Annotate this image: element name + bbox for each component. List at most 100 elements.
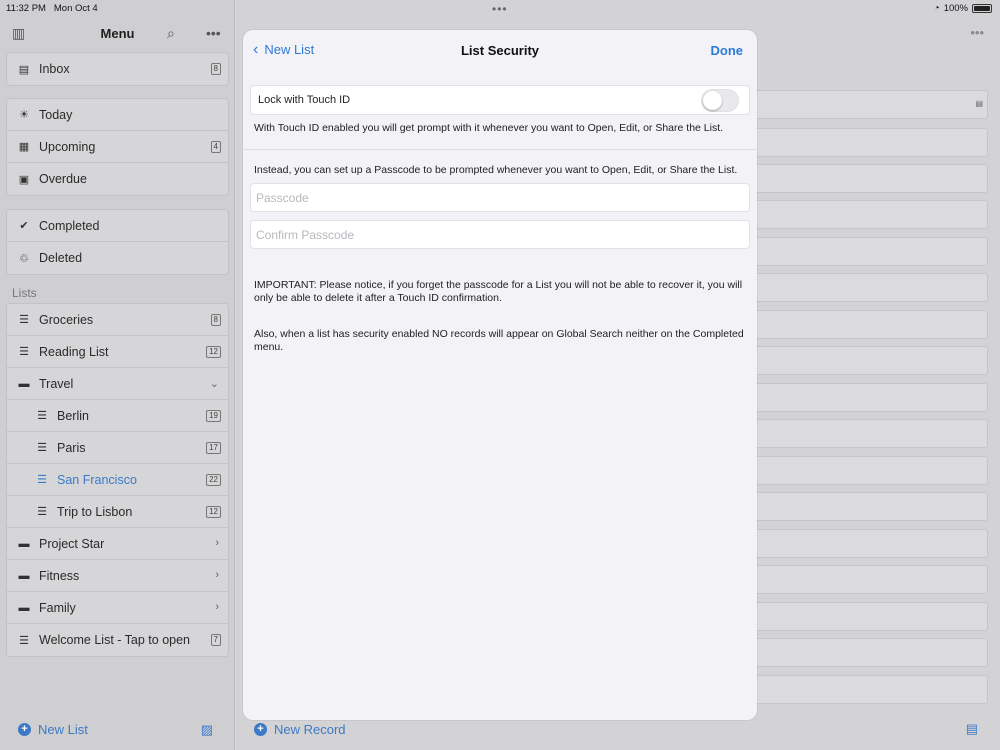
sidebar-group-dates: ☀ Today ▦ Upcoming 4 ▣ Overdue <box>6 98 229 196</box>
sidebar-item-trip-to-lisbon[interactable]: ☰ Trip to Lisbon 12 <box>7 496 228 528</box>
status-time: 11:32 PM Mon Oct 4 <box>6 3 98 14</box>
record-row[interactable] <box>746 237 988 266</box>
more-icon[interactable]: ••• <box>206 25 221 41</box>
sidebar-item-deleted[interactable]: ♲ Deleted <box>7 242 228 274</box>
sidebar-item-today[interactable]: ☀ Today <box>7 99 228 131</box>
count-badge: 12 <box>206 346 221 358</box>
sidebar-item-upcoming[interactable]: ▦ Upcoming 4 <box>7 131 228 163</box>
touch-id-note: With Touch ID enabled you will get promp… <box>254 122 724 134</box>
list-icon: ☰ <box>37 474 47 486</box>
record-row[interactable] <box>746 602 988 631</box>
tray-icon: ▤ <box>18 63 30 76</box>
record-row[interactable] <box>746 128 988 157</box>
confirm-passcode-input[interactable] <box>251 221 749 248</box>
chevron-down-icon[interactable]: ⌄ <box>210 377 219 390</box>
list-icon: ☰ <box>37 506 47 518</box>
list-settings-icon[interactable]: ▤ <box>966 721 978 737</box>
record-row[interactable] <box>746 456 988 485</box>
passcode-field[interactable] <box>250 183 750 212</box>
sidebar-item-reading-list[interactable]: ☰ Reading List 12 <box>7 336 228 368</box>
done-button[interactable]: Done <box>711 43 744 58</box>
record-row[interactable] <box>746 90 988 119</box>
plus-circle-icon: + <box>18 723 31 736</box>
chevron-right-icon[interactable]: › <box>215 537 219 549</box>
more-icon[interactable]: ••• <box>970 25 984 40</box>
new-list-button[interactable]: + New List <box>18 722 88 737</box>
record-row[interactable] <box>746 529 988 558</box>
count-badge: 12 <box>206 506 221 518</box>
count-badge: 19 <box>206 410 221 422</box>
list-security-modal: ‹ New List List Security Done Lock with … <box>243 30 757 720</box>
sidebar-title: Menu <box>100 26 135 41</box>
count-badge: 17 <box>206 442 221 454</box>
record-row[interactable] <box>746 419 988 448</box>
search-note: Also, when a list has security enabled N… <box>254 328 744 353</box>
section-divider <box>243 149 757 150</box>
sidebar-item-family[interactable]: ▬ Family › <box>7 592 228 624</box>
plus-circle-icon: + <box>254 723 267 736</box>
touch-id-row: Lock with Touch ID <box>250 85 750 115</box>
record-row[interactable] <box>746 200 988 229</box>
sun-icon: ☀ <box>19 109 29 121</box>
record-row[interactable] <box>746 310 988 339</box>
count-badge: 4 <box>210 141 221 153</box>
search-icon[interactable]: ⌕ <box>167 25 175 42</box>
checkmark-circle-icon: ✔ <box>19 220 29 232</box>
sidebar-item-welcome-list[interactable]: ☰ Welcome List - Tap to open 7 <box>7 624 228 656</box>
chevron-right-icon[interactable]: › <box>215 569 219 581</box>
trash-icon: ♲ <box>19 252 29 265</box>
sidebar-item-project-star[interactable]: ▬ Project Star › <box>7 528 228 560</box>
tray-full-icon: ▣ <box>18 173 30 186</box>
chevron-right-icon[interactable]: › <box>215 601 219 613</box>
record-row[interactable] <box>746 638 988 667</box>
lists-section-label: Lists <box>12 286 37 300</box>
record-row[interactable] <box>746 383 988 412</box>
sidebar-group-inbox: ▤ Inbox 8 <box>6 52 229 86</box>
toggle-knob <box>703 91 722 110</box>
calendar-icon: ▦ <box>18 141 30 153</box>
record-row[interactable] <box>746 164 988 193</box>
new-record-button[interactable]: + New Record <box>254 722 346 737</box>
sidebar-group-status: ✔ Completed ♲ Deleted <box>6 209 229 275</box>
sidebar-item-completed[interactable]: ✔ Completed <box>7 210 228 242</box>
sidebar-header: ▥ Menu ⌕ ••• <box>0 16 235 50</box>
sidebar-item-travel[interactable]: ▬ Travel ⌄ <box>7 368 228 400</box>
new-folder-icon[interactable]: ▨ <box>201 722 213 738</box>
count-badge: 7 <box>210 634 221 646</box>
count-badge: 8 <box>210 63 221 75</box>
touch-id-toggle[interactable] <box>701 89 739 112</box>
passcode-note: Instead, you can set up a Passcode to be… <box>254 164 738 176</box>
status-right: ◔ 100% <box>934 3 992 14</box>
sidebar: ▥ Menu ⌕ ••• ▤ Inbox 8 ☀ Today ▦ Upcomin… <box>0 0 235 750</box>
wifi-icon: ◔ <box>933 3 940 14</box>
confirm-passcode-field[interactable] <box>250 220 750 249</box>
status-bar: 11:32 PM Mon Oct 4 ◔ 100% <box>0 0 1000 16</box>
record-row[interactable] <box>746 273 988 302</box>
record-row[interactable] <box>746 492 988 521</box>
list-icon: ☰ <box>19 314 29 326</box>
sidebar-item-inbox[interactable]: ▤ Inbox 8 <box>7 53 228 85</box>
sidebar-item-berlin[interactable]: ☰ Berlin 19 <box>7 400 228 432</box>
modal-nav-bar: ‹ New List List Security Done <box>243 30 757 70</box>
folder-icon: ▬ <box>18 569 30 582</box>
list-icon: ☰ <box>37 410 47 422</box>
record-row[interactable] <box>746 346 988 375</box>
battery-icon <box>972 4 992 13</box>
sidebar-item-overdue[interactable]: ▣ Overdue <box>7 163 228 195</box>
count-badge: 22 <box>206 474 221 486</box>
record-row[interactable] <box>746 565 988 594</box>
passcode-input[interactable] <box>251 184 749 211</box>
folder-icon: ▬ <box>18 601 30 614</box>
sidebar-item-groceries[interactable]: ☰ Groceries 8 <box>7 304 228 336</box>
folder-icon: ▬ <box>18 537 30 550</box>
count-badge: 8 <box>210 314 221 326</box>
sidebar-item-fitness[interactable]: ▬ Fitness › <box>7 560 228 592</box>
touch-id-label: Lock with Touch ID <box>258 94 351 106</box>
list-icon: ☰ <box>37 442 47 454</box>
sidebar-item-san-francisco[interactable]: ☰ San Francisco 22 <box>7 464 228 496</box>
sidebar-item-paris[interactable]: ☰ Paris 17 <box>7 432 228 464</box>
record-row[interactable] <box>746 675 988 704</box>
folder-icon: ▬ <box>18 377 30 390</box>
list-icon: ☰ <box>19 634 29 647</box>
list-icon: ☰ <box>19 346 29 358</box>
